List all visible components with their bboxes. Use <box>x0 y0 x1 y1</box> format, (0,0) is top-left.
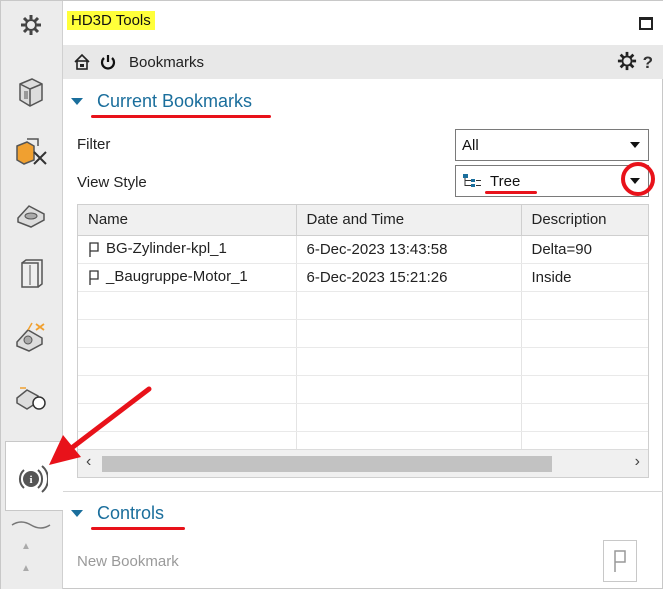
table-header-row: Name Date and Time Description <box>78 205 648 236</box>
filter-value: All <box>462 136 479 154</box>
assembly-navigator-icon[interactable] <box>9 71 53 115</box>
controls-header[interactable]: Controls <box>71 503 164 524</box>
table-row <box>78 291 648 320</box>
annotation-circle <box>621 162 655 196</box>
settings-gear-icon[interactable] <box>9 3 53 47</box>
view-manager-icon[interactable] <box>9 315 53 359</box>
new-bookmark-label: New Bookmark <box>77 553 179 570</box>
part-navigator-icon[interactable] <box>9 193 53 237</box>
annotation-underline <box>485 191 537 194</box>
scroll-up-icon[interactable]: ▲ <box>21 541 31 552</box>
view-style-value: Tree <box>490 172 521 190</box>
annotation-arrow-icon <box>49 386 152 465</box>
description-cell: Inside <box>521 263 648 292</box>
filter-select[interactable]: All <box>455 129 649 161</box>
collapse-triangle-icon[interactable] <box>71 98 83 105</box>
collapse-triangle-icon[interactable] <box>71 510 83 517</box>
date-cell: 6-Dec-2023 15:21:26 <box>296 263 522 292</box>
svg-text:i: i <box>29 474 32 486</box>
scrollbar-thumb[interactable] <box>102 456 552 472</box>
description-cell: Delta=90 <box>521 235 648 264</box>
column-header-name[interactable]: Name <box>78 205 297 236</box>
name-cell: _Baugruppe-Motor_1 <box>78 263 297 292</box>
maximize-icon[interactable] <box>639 17 653 30</box>
table-row <box>78 403 648 432</box>
name-cell: BG-Zylinder-kpl_1 <box>78 235 297 264</box>
chevron-down-icon[interactable] <box>630 142 640 148</box>
filter-label: Filter <box>77 136 111 153</box>
tree-view-icon <box>463 174 481 187</box>
annotation-underline <box>91 527 185 530</box>
horizontal-scrollbar[interactable]: ‹ › <box>78 449 648 477</box>
new-bookmark-button[interactable] <box>603 540 637 582</box>
table-row <box>78 347 648 376</box>
table-row[interactable]: _Baugruppe-Motor_1 6-Dec-2023 15:21:26 I… <box>78 263 648 292</box>
home-icon[interactable] <box>71 51 93 73</box>
bookmark-icon <box>89 269 99 285</box>
bookmark-icon <box>614 550 626 572</box>
reuse-library-icon[interactable] <box>9 253 53 297</box>
current-bookmarks-header[interactable]: Current Bookmarks <box>71 91 252 112</box>
hd3d-tools-panel: i ▲ ▲ HD3D Tools Bookmarks ? Current Boo… <box>0 0 663 589</box>
panel-header: HD3D Tools <box>63 1 663 45</box>
scroll-right-icon[interactable]: › <box>635 453 640 471</box>
bookmarks-table: Name Date and Time Description BG-Zylind… <box>77 204 649 478</box>
table-row <box>78 375 648 404</box>
section-divider <box>63 491 663 492</box>
column-header-date[interactable]: Date and Time <box>296 205 522 236</box>
controls-title: Controls <box>97 503 165 523</box>
bookmark-icon <box>89 241 99 257</box>
annotation-underline <box>91 115 271 118</box>
settings-icon[interactable] <box>617 51 637 75</box>
date-cell: 6-Dec-2023 13:43:58 <box>296 235 522 264</box>
rail-divider-icon <box>11 521 51 529</box>
resource-bar: i ▲ ▲ <box>1 1 63 589</box>
table-row[interactable]: BG-Zylinder-kpl_1 6-Dec-2023 13:43:58 De… <box>78 235 648 264</box>
column-header-description[interactable]: Description <box>521 205 648 236</box>
bookmarks-toolbar: Bookmarks ? <box>63 45 663 79</box>
table-row <box>78 319 648 348</box>
view-style-label: View Style <box>77 174 147 191</box>
constraint-navigator-icon[interactable] <box>9 131 53 175</box>
power-icon[interactable] <box>97 51 119 73</box>
panel-title: HD3D Tools <box>67 11 155 30</box>
help-icon[interactable]: ? <box>643 53 653 73</box>
current-bookmarks-title: Current Bookmarks <box>97 91 253 111</box>
toolbar-label: Bookmarks <box>129 53 205 71</box>
scroll-down-icon[interactable]: ▲ <box>21 563 31 574</box>
